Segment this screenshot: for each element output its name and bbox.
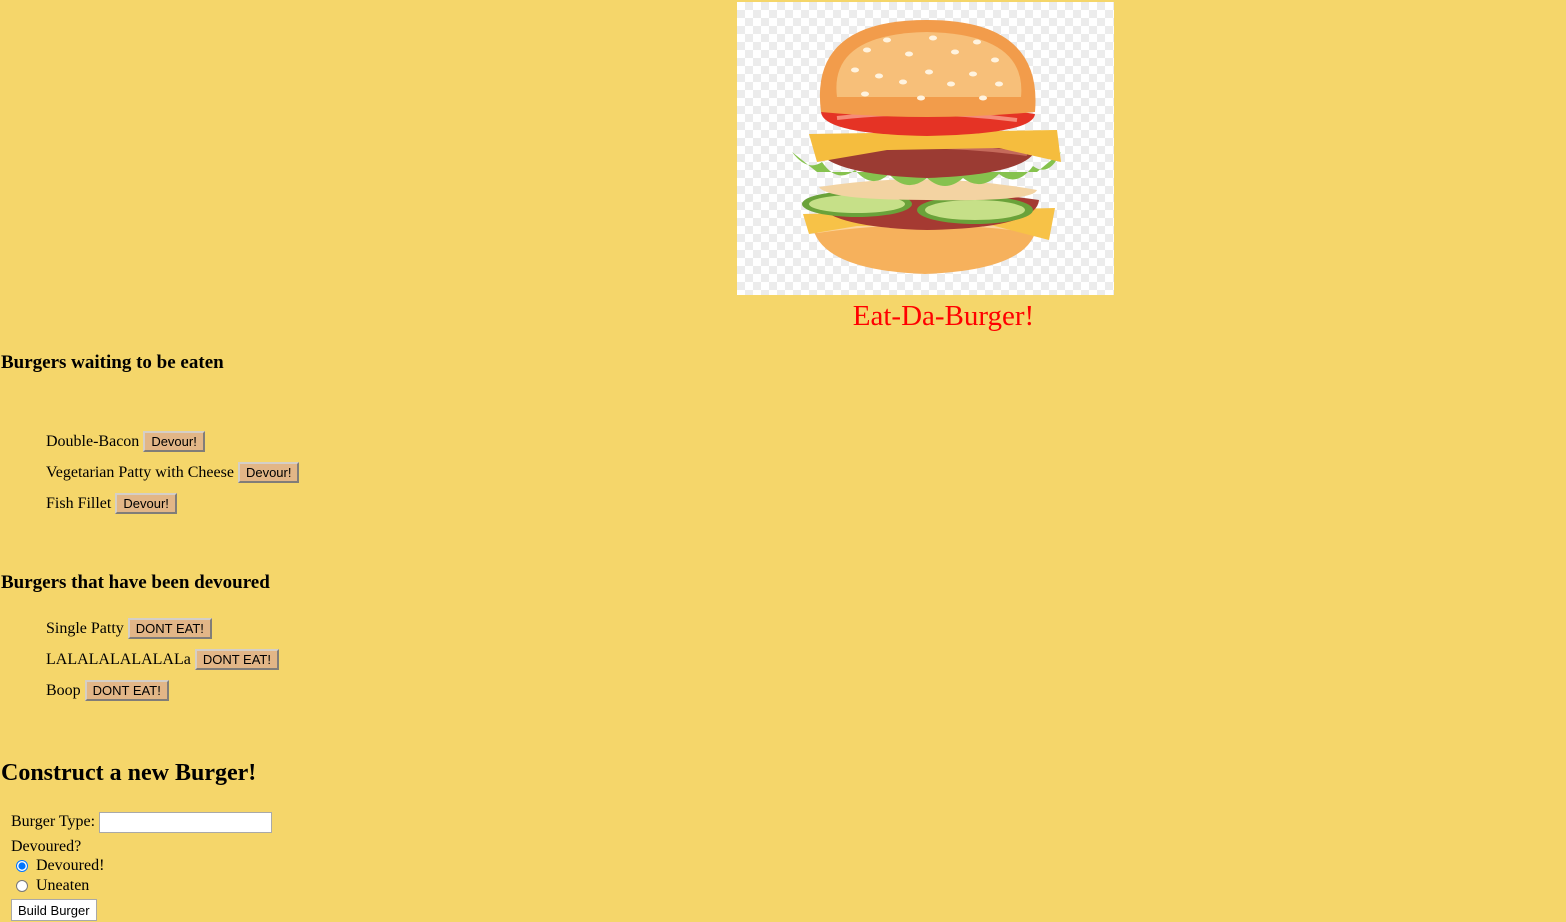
devour-button[interactable]: Devour!: [115, 493, 177, 514]
burger-image: [737, 2, 1114, 295]
dont-eat-button[interactable]: DONT EAT!: [84, 680, 169, 701]
devour-button[interactable]: Devour!: [143, 431, 205, 452]
radio-uneaten[interactable]: [16, 880, 28, 892]
burger-type-input[interactable]: [99, 811, 273, 833]
page: Eat-Da-Burger! Burgers waiting to be eat…: [0, 0, 1566, 922]
list-item: Vegetarian Patty with Cheese Devour!: [46, 457, 300, 488]
list-item: Boop DONT EAT!: [46, 675, 279, 706]
burger-name: Single Patty: [46, 619, 124, 637]
radio-uneaten-row: Uneaten: [11, 876, 272, 896]
list-item: Single Patty DONT EAT!: [46, 613, 279, 644]
devoured-label: Devoured?: [11, 838, 82, 855]
burger-name: Boop: [46, 681, 81, 699]
dont-eat-button[interactable]: DONT EAT!: [194, 649, 279, 670]
burger-name: LALALALALALALa: [46, 650, 191, 668]
burger-name: Fish Fillet: [46, 494, 112, 512]
radio-uneaten-label: Uneaten: [36, 877, 90, 894]
list-item: LALALALALALALa DONT EAT!: [46, 644, 279, 675]
build-burger-button[interactable]: Build Burger: [11, 899, 97, 921]
burger-type-row: Burger Type:: [11, 810, 273, 834]
list-item: Fish Fillet Devour!: [46, 488, 299, 519]
radio-devoured-row: Devoured!: [11, 856, 272, 876]
list-item: Double-Bacon Devour!: [46, 426, 299, 457]
radio-devoured[interactable]: [16, 860, 28, 872]
devour-button[interactable]: Devour!: [237, 462, 300, 483]
burger-name: Double-Bacon: [46, 432, 140, 450]
burger-name: Vegetarian Patty with Cheese: [46, 463, 234, 481]
dont-eat-button[interactable]: DONT EAT!: [127, 618, 212, 639]
devoured-heading: Burgers that have been devoured: [1, 572, 270, 593]
uneaten-heading: Burgers waiting to be eaten: [1, 352, 224, 373]
construct-heading: Construct a new Burger!: [1, 760, 257, 786]
burger-illustration: [792, 20, 1061, 274]
uneaten-list: Double-Bacon Devour! Vegetarian Patty wi…: [46, 426, 300, 519]
site-title: Eat-Da-Burger!: [852, 300, 1035, 332]
radio-devoured-label: Devoured!: [36, 857, 105, 874]
new-burger-form: Burger Type: Devoured? Devoured! Uneaten…: [11, 810, 273, 921]
burger-type-label: Burger Type:: [11, 813, 96, 830]
devoured-list: Single Patty DONT EAT! LALALALALALALa DO…: [46, 613, 279, 706]
